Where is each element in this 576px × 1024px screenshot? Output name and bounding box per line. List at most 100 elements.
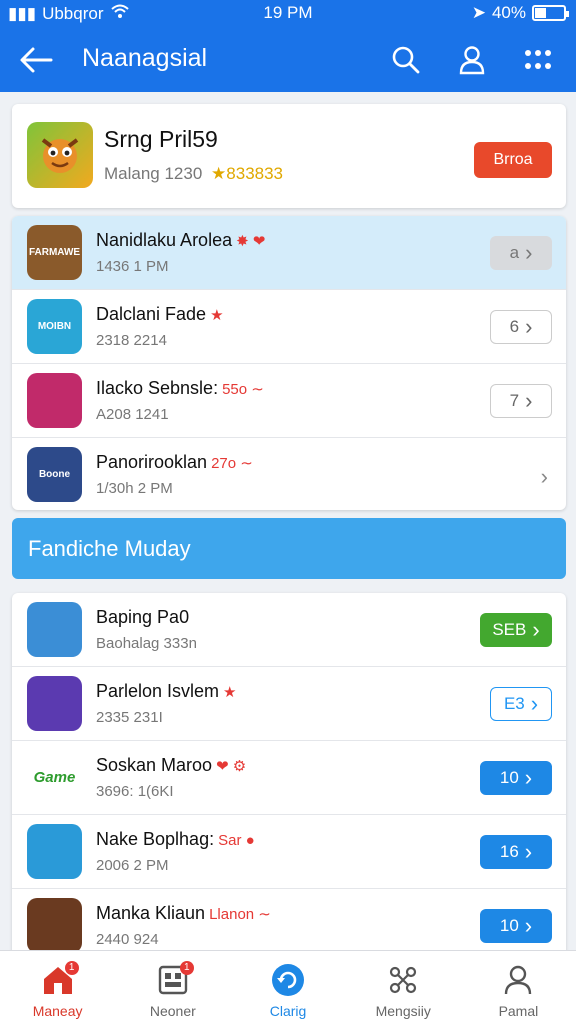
controller-icon: 1 (156, 961, 194, 997)
nav-item-home[interactable]: 1 Maneay (0, 951, 115, 1024)
chevron-right-icon: › (525, 240, 533, 265)
game-tag: ✸ ❤ (236, 233, 266, 250)
nav-label-community: Mengsiiy (375, 1003, 431, 1019)
chevron-right-icon: › (524, 839, 533, 864)
featured-game-card[interactable]: Srng Pril59 Malang 1230 ★833833 Brroa (12, 104, 566, 208)
game-icon (27, 373, 82, 428)
home-icon: 1 (41, 961, 79, 997)
game-title: Nanidlaku Arolea (96, 230, 233, 250)
game-action-button[interactable]: 16 › (480, 835, 552, 869)
game-icon (27, 898, 82, 953)
game-icon (27, 602, 82, 657)
game-tag: 55o ∼ (222, 381, 264, 398)
chevron-right-icon: › (525, 314, 533, 339)
game-action-button[interactable]: E3 › (490, 687, 552, 721)
section-banner[interactable]: Fandiche Muday (12, 518, 566, 579)
game-tag: ❤ ⚙ (216, 758, 247, 775)
page-title: Naanagsial (82, 44, 208, 72)
featured-game-button[interactable]: Brroa (474, 142, 552, 178)
game-icon (27, 676, 82, 731)
game-action-label: a (509, 243, 520, 262)
game-action-label: SEB (492, 620, 527, 639)
game-icon: MOIBN (27, 299, 82, 354)
game-action-button[interactable]: 6 › (490, 310, 552, 344)
game-row[interactable]: Parlelon Isvlem ★ 2335 231I E3 › (12, 667, 566, 741)
nav-label-home: Maneay (32, 1003, 83, 1019)
nav-item-profile[interactable]: Pamal (461, 951, 576, 1024)
location-icon: ➤ (471, 3, 486, 22)
game-icon (27, 824, 82, 879)
game-tag: Llanon ∼ (209, 906, 271, 923)
profile-icon[interactable] (452, 40, 492, 80)
game-meta: Baohalag 333n (96, 635, 197, 652)
game-list-recent: FARMAWE Nanidlaku Arolea ✸ ❤ 1436 1 PM a › MOI… (12, 216, 566, 510)
game-meta: 2440 924 (96, 931, 159, 948)
game-title: Parlelon Isvlem (96, 681, 220, 701)
game-action-button[interactable]: SEB › (480, 613, 552, 647)
chevron-right-icon: › (525, 388, 533, 413)
chevron-right-icon: › (524, 913, 533, 938)
nav-label-center: Clarig (269, 1003, 307, 1019)
game-meta: 2318 2214 (96, 332, 167, 349)
game-tag: ★ (210, 307, 224, 324)
featured-game-subtitle: Malang 1230 ★833833 (104, 164, 283, 184)
featured-game-name: Srng Pril59 (104, 126, 218, 152)
game-action-button[interactable]: 10 › (480, 909, 552, 943)
game-meta: A208 1241 (96, 406, 169, 423)
game-title: Nake Boplhag: (96, 829, 215, 849)
game-meta: 1436 1 PM (96, 258, 169, 275)
game-meta: 2335 231I (96, 709, 163, 726)
game-meta: 2006 2 PM (96, 857, 169, 874)
game-row[interactable]: MOIBN Dalclani Fade ★ 2318 2214 6 › (12, 290, 566, 364)
game-icon: Boone (27, 447, 82, 502)
back-arrow-icon[interactable] (16, 40, 56, 80)
game-meta: 1/30h 2 PM (96, 480, 173, 497)
game-title: Dalclani Fade (96, 304, 207, 324)
game-name: Parlelon Isvlem ★ (96, 681, 237, 702)
game-title: Baping Pa0 (96, 607, 190, 627)
menu-grid-icon[interactable] (518, 40, 558, 80)
chevron-right-icon[interactable]: › (541, 464, 548, 490)
battery-percent: 40% (491, 3, 526, 22)
status-right: ➤ 40% (471, 3, 569, 23)
game-title: Ilacko Sebnsle: (96, 378, 219, 398)
game-action-button[interactable]: 7 › (490, 384, 552, 418)
game-name: Ilacko Sebnsle: 55o ∼ (96, 378, 264, 399)
nav-label-games: Neoner (149, 1003, 196, 1019)
nav-item-center[interactable]: Clarig (230, 951, 345, 1024)
game-meta: 3696: 1(6KI (96, 783, 174, 800)
nav-label-profile: Pamal (498, 1003, 539, 1019)
game-name: Panorirooklan 27o ∼ (96, 452, 253, 473)
game-row[interactable]: Game Soskan Maroo ❤ ⚙ 3696: 1(6KI 10 › (12, 741, 566, 815)
game-name: Nanidlaku Arolea ✸ ❤ (96, 230, 265, 251)
game-row[interactable]: Boone Panorirooklan 27o ∼ 1/30h 2 PM › (12, 438, 566, 510)
molecule-icon (386, 963, 420, 997)
search-icon[interactable] (386, 40, 426, 80)
game-list-featured: Baping Pa0 Baohalag 333n SEB › Parlelon Isvl… (12, 593, 566, 963)
status-bar: ▮▮▮ Ubbqror 19 PM ➤ 40% (0, 0, 576, 28)
game-title: Soskan Maroo (96, 755, 213, 775)
battery-icon (532, 5, 569, 21)
refresh-circle-icon (271, 963, 305, 997)
chevron-right-icon: › (524, 765, 533, 790)
game-action-button[interactable]: a › (490, 236, 552, 270)
game-action-label: 16 (499, 842, 519, 861)
game-action-button[interactable]: 10 › (480, 761, 552, 795)
home-badge: 1 (64, 961, 79, 975)
game-name: Baping Pa0 (96, 607, 193, 628)
game-row[interactable]: FARMAWE Nanidlaku Arolea ✸ ❤ 1436 1 PM a › (12, 216, 566, 290)
nav-item-games[interactable]: 1 Neoner (115, 951, 230, 1024)
game-action-label: 6 (509, 317, 520, 336)
games-badge: 1 (179, 961, 194, 975)
user-icon (501, 963, 535, 997)
game-row[interactable]: Ilacko Sebnsle: 55o ∼ A208 1241 7 › (12, 364, 566, 438)
game-row[interactable]: Nake Boplhag: Sar ● 2006 2 PM 16 › (12, 815, 566, 889)
game-name: Nake Boplhag: Sar ● (96, 829, 255, 850)
game-row[interactable]: Baping Pa0 Baohalag 333n SEB › (12, 593, 566, 667)
nav-item-community[interactable]: Mengsiiy (346, 951, 461, 1024)
game-title: Panorirooklan (96, 452, 208, 472)
featured-game-meta: Malang 1230 (104, 164, 203, 183)
game-action-label: 7 (509, 391, 520, 410)
game-icon: FARMAWE (27, 225, 82, 280)
chevron-right-icon: › (530, 691, 539, 716)
